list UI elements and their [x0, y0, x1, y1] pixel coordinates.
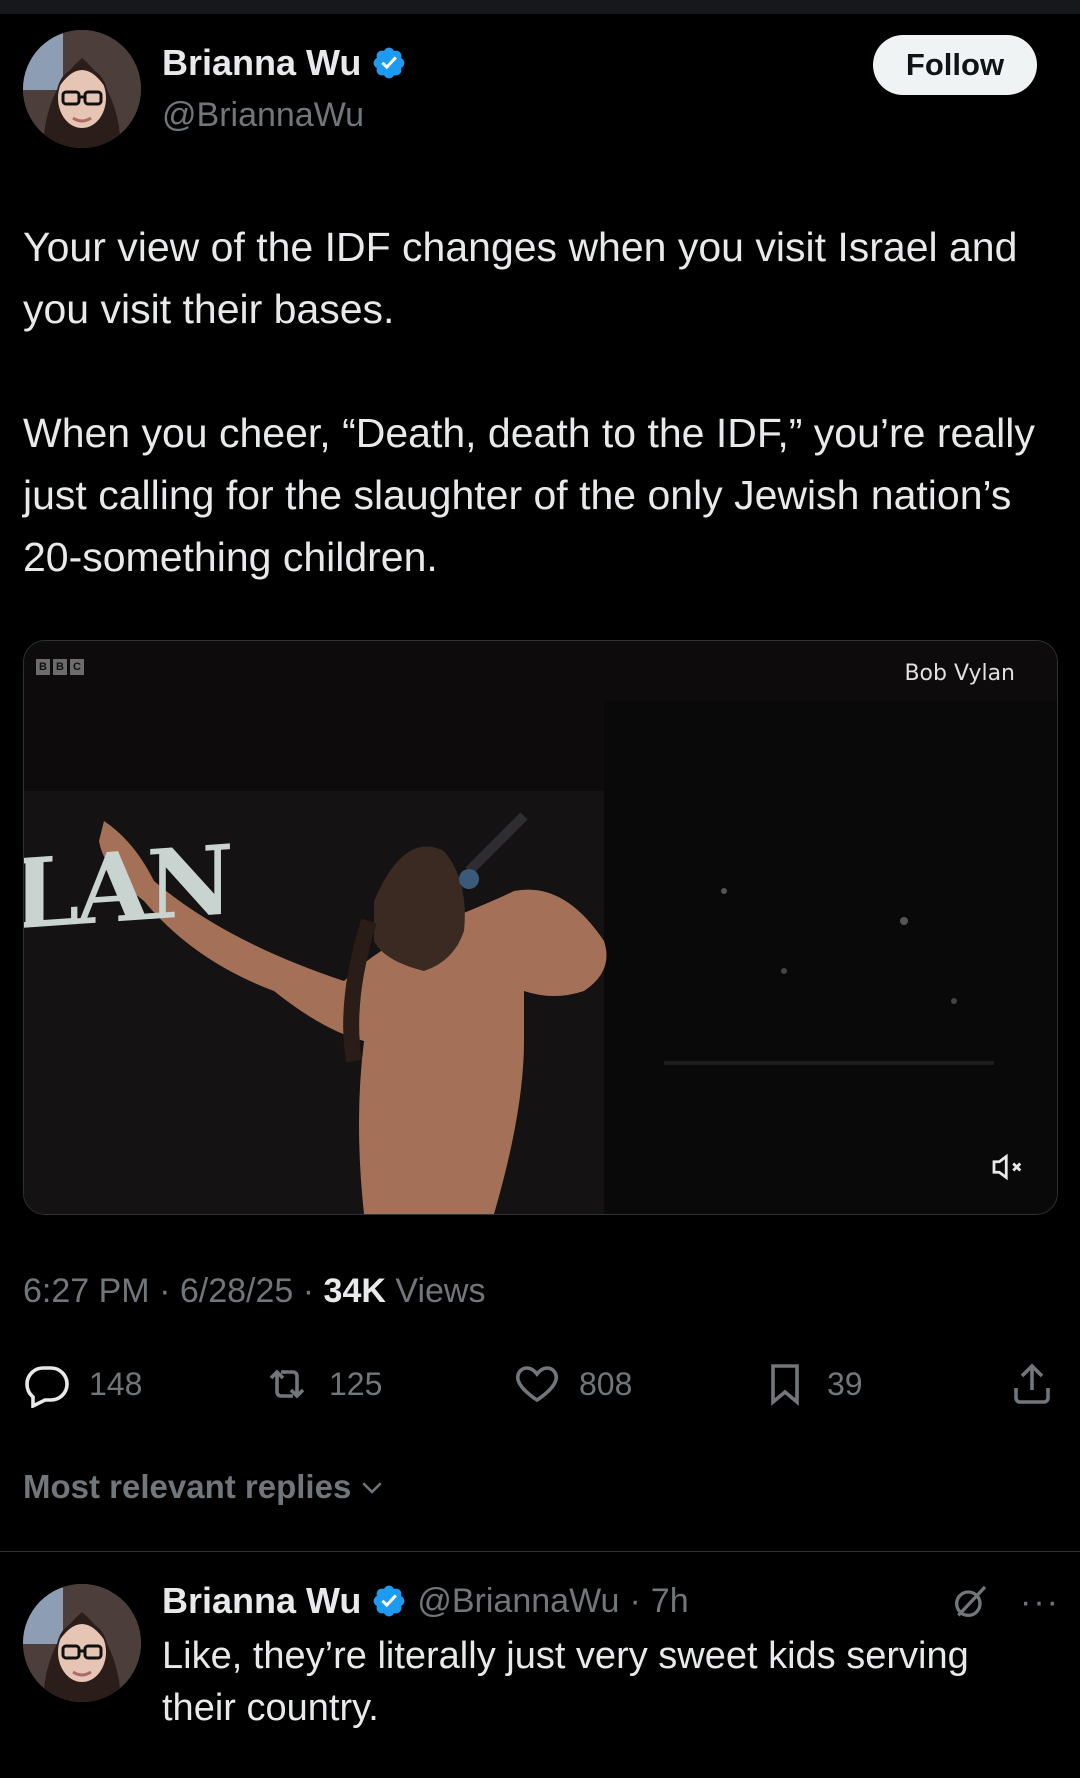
bookmark-count: 39: [827, 1365, 863, 1402]
views-count: 34K: [323, 1272, 386, 1310]
verified-badge-icon: [373, 47, 405, 79]
heart-icon: [516, 1366, 558, 1403]
bookmark-icon: [771, 1364, 799, 1406]
tweet-paragraph: When you cheer, “Death, death to the IDF…: [23, 410, 1035, 580]
logo-letter: C: [70, 659, 84, 675]
separator: ·: [159, 1272, 180, 1310]
video-caption: Bob Vylan: [904, 661, 1015, 686]
replies-sort-label: Most relevant replies: [23, 1468, 352, 1505]
separator: ·: [302, 1272, 324, 1310]
author-name-row: Brianna Wu: [162, 42, 407, 84]
reply-time[interactable]: 7h: [651, 1582, 689, 1621]
tweet-video[interactable]: B B C LAN Bob Vylan: [23, 640, 1058, 1215]
more-options-icon[interactable]: ···: [1020, 1583, 1060, 1622]
separator: ·: [629, 1581, 641, 1620]
author-name[interactable]: Brianna Wu: [162, 42, 361, 84]
views-label: Views: [395, 1272, 486, 1310]
repost-button[interactable]: 125: [263, 1360, 382, 1408]
replies-sort-dropdown[interactable]: Most relevant replies: [23, 1468, 387, 1506]
grok-icon[interactable]: [950, 1582, 990, 1622]
mute-icon[interactable]: [987, 1146, 1029, 1188]
logo-letter: B: [36, 659, 50, 675]
reply-author-handle[interactable]: @BriannaWu: [417, 1582, 619, 1621]
stage-backdrop-text: LAN: [23, 823, 230, 952]
reply-body: Like, they’re literally just very sweet …: [162, 1635, 969, 1729]
reply-toolbar: ···: [950, 1582, 1060, 1622]
logo-letter: B: [53, 659, 67, 675]
chevron-down-icon: [362, 1482, 382, 1494]
reply-count: 148: [89, 1365, 143, 1402]
repost-icon: [269, 1369, 305, 1399]
tweet-time[interactable]: 6:27 PM: [23, 1272, 150, 1310]
reply-button[interactable]: 148: [23, 1360, 142, 1408]
divider: [0, 1551, 1080, 1552]
tweet-actions: 148 125 808 39: [23, 1360, 1058, 1412]
tweet-date[interactable]: 6/28/25: [180, 1272, 293, 1310]
repost-count: 125: [329, 1365, 383, 1402]
reply-header: Brianna Wu @BriannaWu · 7h: [162, 1580, 689, 1622]
reply-icon: [25, 1366, 69, 1408]
status-bar: [0, 0, 1080, 14]
reply-author-name[interactable]: Brianna Wu: [162, 1580, 361, 1622]
tweet-paragraph: Your view of the IDF changes when you vi…: [23, 224, 1018, 332]
author-avatar[interactable]: [23, 30, 141, 148]
follow-button[interactable]: Follow: [873, 35, 1037, 95]
like-button[interactable]: 808: [513, 1360, 632, 1408]
share-button[interactable]: [1008, 1360, 1056, 1408]
verified-badge-icon: [373, 1585, 405, 1617]
bookmark-button[interactable]: 39: [761, 1360, 863, 1408]
like-count: 808: [579, 1365, 633, 1402]
share-icon: [1014, 1363, 1050, 1404]
reply-author-avatar[interactable]: [23, 1584, 141, 1702]
tweet-body: Your view of the IDF changes when you vi…: [23, 216, 1058, 588]
bbc-logo: B B C: [36, 659, 84, 675]
tweet-meta: 6:27 PM · 6/28/25 · 34K Views: [23, 1272, 485, 1311]
author-handle[interactable]: @BriannaWu: [162, 96, 364, 135]
